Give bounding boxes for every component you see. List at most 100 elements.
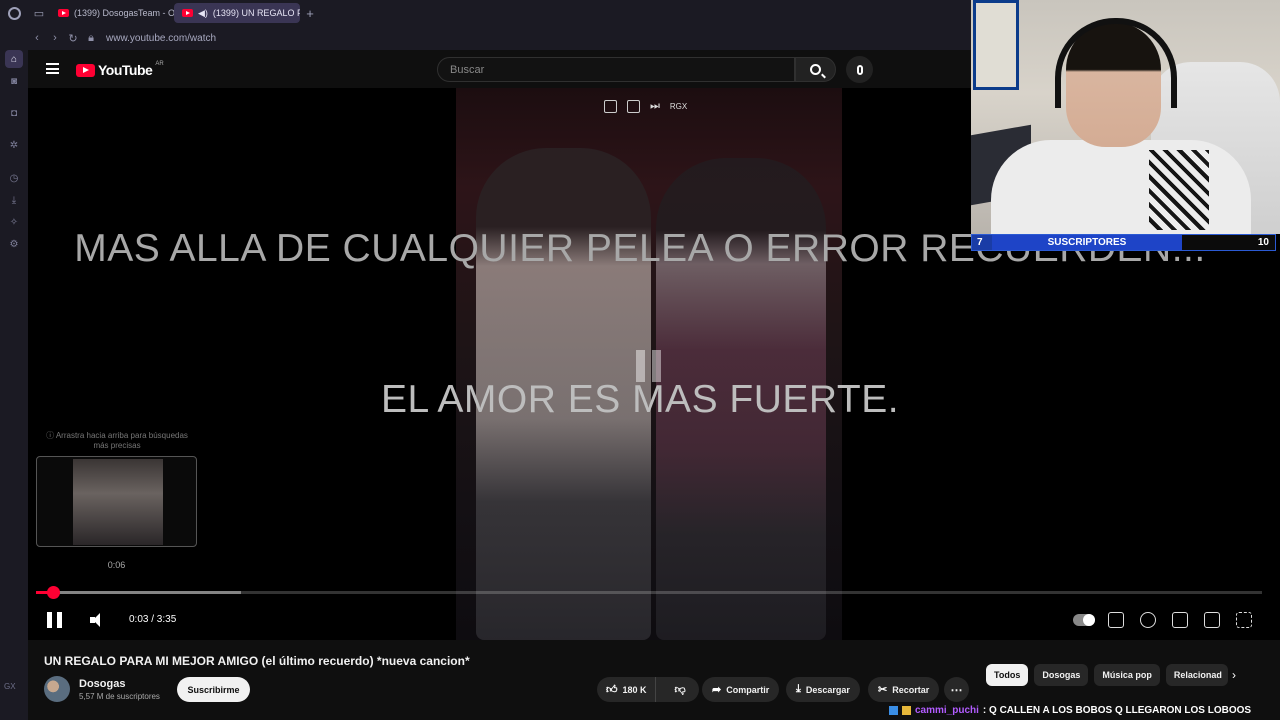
tab-label: (1399) UN REGALO PA — [212, 8, 300, 18]
chip-relacionados[interactable]: Relacionad — [1165, 664, 1228, 686]
share-button[interactable]: ➦ Compartir — [702, 677, 780, 702]
popout-icon[interactable] — [604, 100, 617, 113]
youtube-favicon-icon — [182, 9, 193, 17]
chat-text: : Q CALLEN A LOS BOBOS Q LLEGARON LOS LO… — [982, 704, 1252, 716]
screen: ▭ (1399) DosogasTeam - Or ◀) (1399) UN R… — [0, 0, 1280, 720]
tab-dosogasteam[interactable]: (1399) DosogasTeam - Or — [50, 3, 174, 23]
streamer-shirt — [991, 140, 1251, 234]
channel-avatar[interactable] — [44, 676, 70, 702]
sub-count: 7 — [972, 235, 992, 250]
share-icon: ➦ — [712, 684, 722, 696]
sub-label: SUSCRIPTORES — [992, 235, 1182, 250]
opera-logo-icon[interactable] — [0, 0, 28, 26]
streamer-webcam — [971, 0, 1280, 234]
lyrics-line-2: EL AMOR ES MAS FUERTE. — [380, 378, 900, 421]
clip-label: Recortar — [892, 684, 930, 695]
sub-goal: 10 — [1182, 235, 1275, 250]
preview-time: 0:06 — [107, 560, 126, 570]
clip-button[interactable]: ✂ Recortar — [868, 677, 940, 702]
subscriber-goal-bar: 7 SUSCRIPTORES 10 — [971, 234, 1276, 251]
url-field[interactable]: www.youtube.com/watch — [106, 33, 216, 44]
control-bar: 0:03 / 3:35 — [28, 608, 1280, 634]
scissors-icon: ✂ — [878, 684, 888, 696]
download-icon[interactable]: ⤓ — [5, 191, 23, 209]
pause-button[interactable] — [47, 612, 63, 628]
cast-icon[interactable] — [1204, 612, 1220, 628]
thumbs-down-icon: 👎︎ — [674, 684, 686, 696]
time-display: 0:03 / 3:35 — [129, 614, 177, 625]
workspace-icon[interactable]: ▭ — [28, 0, 50, 26]
youtube-logo-icon — [76, 63, 95, 77]
thumbs-up-icon: 👍︎ — [606, 684, 618, 696]
related-chips: Todos Dosogas Música pop Relacionad — [986, 664, 1228, 686]
channel-name[interactable]: Dosogas — [79, 678, 125, 690]
lock-icon: 🔒︎ — [88, 31, 94, 44]
search-input[interactable]: Buscar — [437, 57, 795, 82]
shirt-stripes — [1149, 150, 1209, 230]
video-title: UN REGALO PARA MI MEJOR AMIGO (el último… — [44, 654, 470, 668]
like-count: 180 K — [622, 684, 647, 695]
autoplay-toggle[interactable] — [1073, 614, 1095, 626]
subscribe-button[interactable]: Suscribirme — [177, 677, 250, 702]
chevron-right-icon[interactable]: › — [1232, 668, 1236, 682]
settings-icon[interactable]: ✲ — [5, 136, 23, 154]
download-button[interactable]: ⤓ Descargar — [786, 677, 860, 702]
volume-icon[interactable] — [90, 612, 106, 628]
youtube-logo[interactable]: YouTube AR — [76, 61, 164, 78]
subtitles-icon[interactable] — [1108, 612, 1124, 628]
chip-dosogas[interactable]: Dosogas — [1034, 664, 1089, 686]
chip-todos[interactable]: Todos — [986, 664, 1029, 686]
menu-icon[interactable] — [46, 63, 59, 74]
miniplayer-icon[interactable] — [1172, 612, 1188, 628]
like-button[interactable]: 👍︎ 180 K — [597, 677, 657, 702]
back-icon[interactable]: ‹ — [28, 32, 46, 44]
extension-controls: ⏭ RGX — [604, 100, 687, 113]
stream-chat-message: cammi_puchi : Q CALLEN A LOS BOBOS Q LLE… — [889, 703, 1280, 717]
channel-subscribers: 5,57 M de suscriptores — [79, 692, 160, 701]
exit-icon[interactable] — [627, 100, 640, 113]
chat-username: cammi_puchi — [915, 704, 979, 716]
download-arrow-icon: ⤓ — [796, 683, 801, 695]
youtube-logo-text: YouTube — [98, 62, 153, 78]
gx-label: GX — [4, 682, 16, 691]
headset — [1055, 18, 1177, 108]
like-dislike-group: 👍︎ 180 K 👎︎ — [597, 677, 699, 702]
gear-icon[interactable]: ⚙ — [5, 235, 23, 253]
messenger-icon[interactable]: ◘ — [5, 104, 23, 122]
home-icon[interactable]: ⌂ — [5, 50, 23, 68]
microphone-icon — [856, 64, 863, 75]
wall-poster — [973, 0, 1019, 90]
fullscreen-icon[interactable] — [1236, 612, 1252, 628]
gamepad-icon[interactable]: ◙ — [5, 72, 23, 90]
browser-sidebar: ⌂ ◙ ◘ ✲ ◷ ⤓ ✧ ⚙ GX — [0, 26, 28, 720]
search-icon — [810, 64, 821, 75]
buffer-bar — [36, 591, 241, 594]
more-actions-button[interactable]: ⋯ — [944, 677, 969, 702]
new-tab-button[interactable]: + — [300, 6, 320, 21]
youtube-header: YouTube AR Buscar — [28, 50, 972, 88]
share-label: Compartir — [726, 684, 770, 695]
badge-icon — [889, 705, 898, 715]
download-label: Descargar — [805, 684, 850, 695]
skip-next-icon[interactable]: ⏭ — [650, 100, 660, 113]
voice-search-button[interactable] — [846, 56, 873, 83]
dislike-button[interactable]: 👎︎ — [661, 683, 699, 696]
rgx-badge[interactable]: RGX — [670, 102, 687, 111]
progress-bar[interactable] — [36, 586, 1262, 599]
country-code: AR — [155, 61, 164, 67]
chip-musica-pop[interactable]: Música pop — [1094, 664, 1160, 686]
tab-label: (1399) DosogasTeam - Or — [74, 8, 174, 18]
scrubber-handle[interactable] — [47, 586, 61, 599]
address-bar: ‹ › ↻ 🔒︎ www.youtube.com/watch — [28, 26, 972, 50]
reload-icon[interactable]: ↻ — [64, 32, 82, 45]
seek-hint: ⓘ Arrastra hacia arriba para búsquedas m… — [46, 431, 188, 450]
history-icon[interactable]: ◷ — [5, 169, 23, 187]
settings-gear-icon[interactable] — [1140, 612, 1156, 628]
search-button[interactable] — [795, 57, 836, 82]
forward-icon[interactable]: › — [46, 32, 64, 44]
seek-preview-thumbnail — [36, 456, 197, 547]
tab-un-regalo[interactable]: ◀) (1399) UN REGALO PA — [174, 3, 300, 23]
subscriber-badge-icon — [902, 705, 911, 715]
extensions-icon[interactable]: ✧ — [5, 213, 23, 231]
speaker-icon[interactable]: ◀) — [198, 8, 208, 19]
